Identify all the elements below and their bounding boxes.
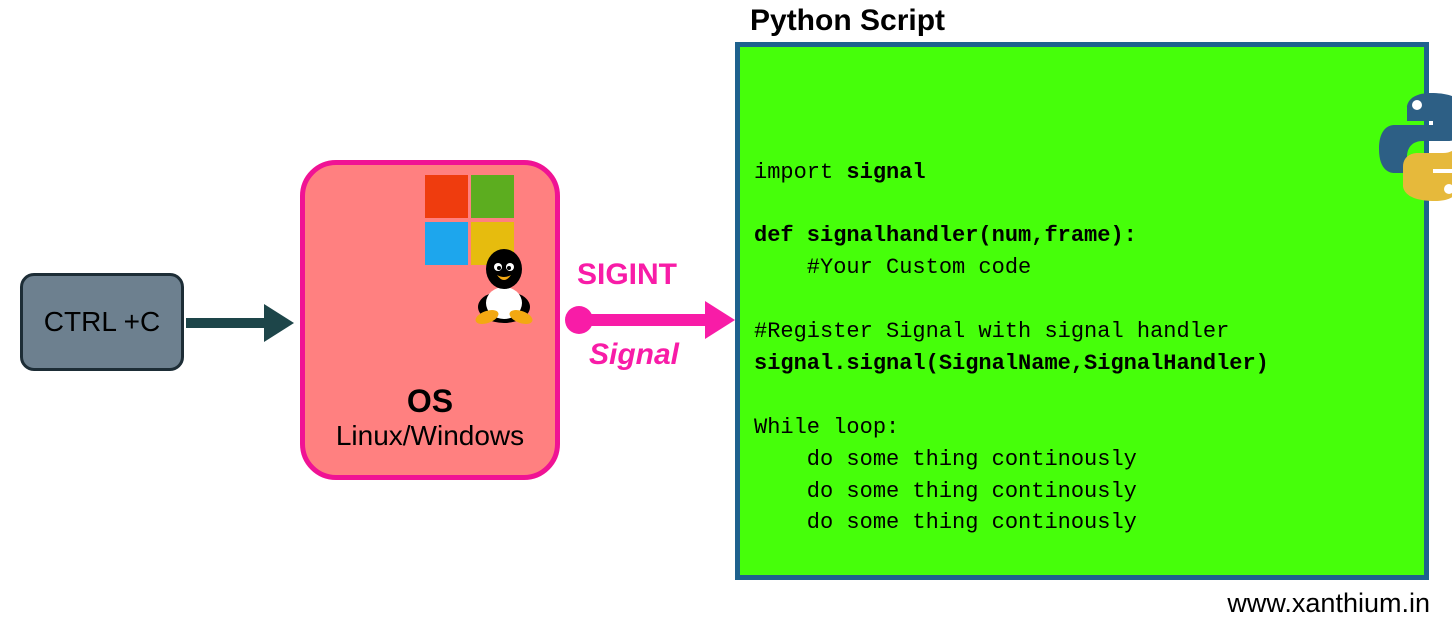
os-box: OS Linux/Windows — [300, 160, 560, 480]
arrow-signal-icon: SIGINT Signal — [565, 258, 735, 388]
os-subtitle: Linux/Windows — [305, 420, 555, 452]
footer-attribution: www.xanthium.in — [1227, 588, 1430, 619]
script-code-content: import signal def signalhandler(num,fram… — [754, 157, 1410, 540]
windows-tile-tl — [425, 175, 468, 218]
os-text: OS Linux/Windows — [305, 383, 555, 452]
ctrl-c-box: CTRL +C — [20, 273, 184, 371]
signal-word-label: Signal — [589, 338, 679, 372]
script-box-title: Python Script — [750, 4, 945, 38]
diagram-canvas: CTRL +C — [0, 0, 1452, 623]
os-icons-group — [415, 175, 539, 325]
python-script-box: import signal def signalhandler(num,fram… — [735, 42, 1429, 580]
linux-tux-icon — [469, 245, 539, 325]
arrow-ctrl-to-os-icon — [186, 304, 296, 342]
windows-tile-tr — [471, 175, 514, 218]
ctrl-c-label: CTRL +C — [44, 306, 160, 338]
python-logo-icon — [1294, 55, 1414, 175]
signal-name-label: SIGINT — [577, 258, 677, 292]
os-title: OS — [305, 383, 555, 420]
windows-tile-bl — [425, 222, 468, 265]
